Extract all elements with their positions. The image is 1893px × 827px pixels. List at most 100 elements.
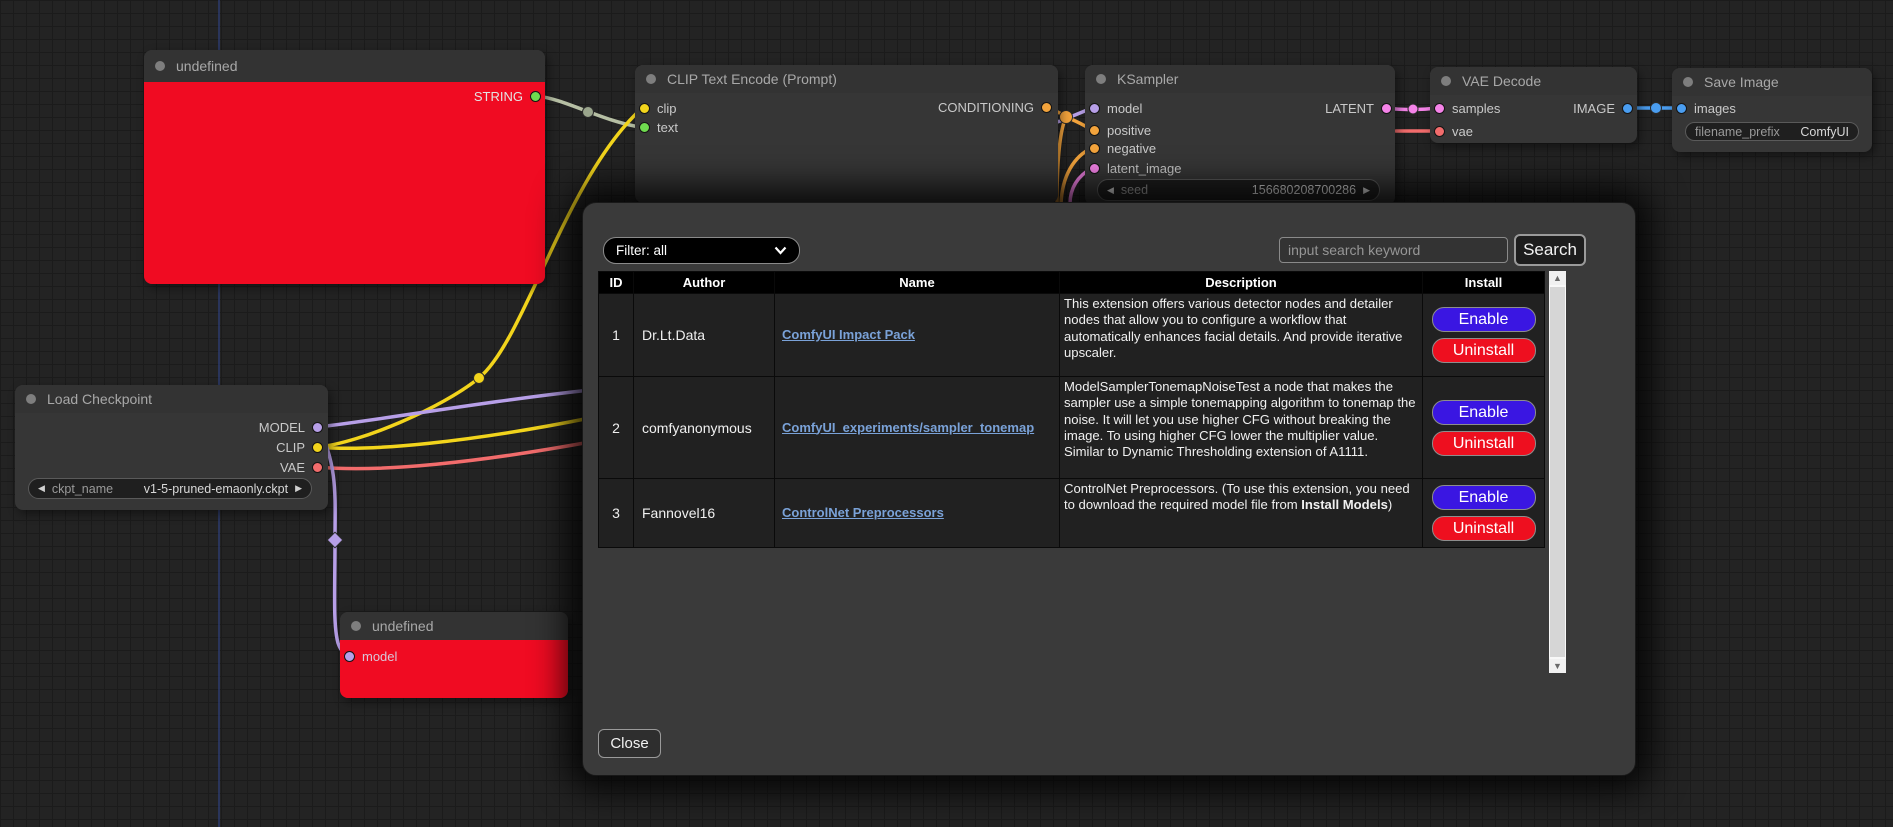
reroute-dot-conditioning[interactable] xyxy=(1060,111,1073,124)
node-title-bar[interactable]: Save Image xyxy=(1672,68,1872,96)
output-label: STRING xyxy=(474,89,523,104)
node-status-dot xyxy=(351,621,361,631)
latent-port-dot[interactable] xyxy=(1089,163,1100,174)
input-vae: vae xyxy=(1434,123,1473,139)
node-ksampler[interactable]: KSampler model positive negative latent_… xyxy=(1085,65,1395,205)
output-label: CLIP xyxy=(276,440,305,455)
node-title-bar[interactable]: KSampler xyxy=(1085,65,1395,93)
text-port-dot[interactable] xyxy=(639,122,650,133)
node-vae-decode[interactable]: VAE Decode samples vae IMAGE xyxy=(1430,67,1637,143)
model-out-port-dot[interactable] xyxy=(312,422,323,433)
node-undefined-bottom[interactable]: undefined model xyxy=(340,612,568,698)
output-image: IMAGE xyxy=(1573,100,1633,116)
comfyui-canvas[interactable]: { "canvas": { "nodes": { "undefined_top"… xyxy=(0,0,1893,827)
table-row: 2 comfyanonymous ComfyUI_experiments/sam… xyxy=(599,377,1545,479)
positive-port-dot[interactable] xyxy=(1089,125,1100,136)
search-button[interactable]: Search xyxy=(1514,234,1586,266)
decrement-arrow-icon[interactable]: ◀ xyxy=(38,483,45,494)
enable-button[interactable]: Enable xyxy=(1432,307,1536,332)
input-label: clip xyxy=(657,101,677,116)
samples-port-dot[interactable] xyxy=(1434,103,1445,114)
scrollbar-thumb[interactable] xyxy=(1550,287,1565,657)
node-title: VAE Decode xyxy=(1462,73,1541,89)
cell-author: comfyanonymous xyxy=(634,377,775,479)
node-title: Load Checkpoint xyxy=(47,391,152,407)
scroll-up-icon[interactable]: ▲ xyxy=(1549,271,1566,285)
table-scrollbar[interactable]: ▲ ▼ xyxy=(1549,271,1566,673)
cell-install: Enable Uninstall xyxy=(1423,294,1545,377)
extension-link[interactable]: ControlNet Preprocessors xyxy=(782,505,944,520)
search-input[interactable] xyxy=(1279,237,1508,263)
input-label: images xyxy=(1694,101,1736,116)
increment-arrow-icon[interactable]: ▶ xyxy=(295,483,302,494)
uninstall-button[interactable]: Uninstall xyxy=(1432,431,1536,456)
reroute-diamond-model[interactable] xyxy=(327,532,343,548)
node-load-checkpoint[interactable]: Load Checkpoint MODEL CLIP VAE ◀ ckpt_na… xyxy=(15,385,328,510)
uninstall-button[interactable]: Uninstall xyxy=(1432,516,1536,541)
extension-link[interactable]: ComfyUI Impact Pack xyxy=(782,327,915,342)
col-header-name: Name xyxy=(775,272,1060,294)
latent-out-port-dot[interactable] xyxy=(1381,103,1392,114)
negative-port-dot[interactable] xyxy=(1089,143,1100,154)
ckpt-name-widget[interactable]: ◀ ckpt_name v1-5-pruned-emaonly.ckpt ▶ xyxy=(28,478,312,499)
node-title: CLIP Text Encode (Prompt) xyxy=(667,71,837,87)
cell-id: 3 xyxy=(599,479,634,548)
node-status-dot xyxy=(1441,76,1451,86)
node-status-dot xyxy=(646,74,656,84)
wire-vae-hidden xyxy=(318,442,590,469)
node-undefined-top[interactable]: undefined STRING xyxy=(144,50,545,284)
enable-button[interactable]: Enable xyxy=(1432,400,1536,425)
model-port-dot[interactable] xyxy=(1089,103,1100,114)
images-port-dot[interactable] xyxy=(1676,103,1687,114)
image-port-dot[interactable] xyxy=(1622,103,1633,114)
clip-port-dot[interactable] xyxy=(639,103,650,114)
node-title-bar[interactable]: VAE Decode xyxy=(1430,67,1637,95)
scroll-down-icon[interactable]: ▼ xyxy=(1549,659,1566,673)
output-vae: VAE xyxy=(280,459,323,475)
table-row: 1 Dr.Lt.Data ComfyUI Impact Pack This ex… xyxy=(599,294,1545,377)
vae-out-port-dot[interactable] xyxy=(312,462,323,473)
close-button[interactable]: Close xyxy=(598,729,661,758)
input-label: model xyxy=(1107,101,1142,116)
string-port-dot[interactable] xyxy=(530,91,541,102)
clip-out-port-dot[interactable] xyxy=(312,442,323,453)
node-clip-text-encode[interactable]: CLIP Text Encode (Prompt) clip text COND… xyxy=(635,65,1058,203)
node-title-bar[interactable]: Load Checkpoint xyxy=(15,385,328,413)
node-title: KSampler xyxy=(1117,71,1178,87)
error-node-body xyxy=(144,82,545,284)
node-save-image[interactable]: Save Image images filename_prefix ComfyU… xyxy=(1672,68,1872,152)
node-status-dot xyxy=(1683,77,1693,87)
reroute-dot-string[interactable] xyxy=(583,107,594,118)
node-title-bar[interactable]: undefined xyxy=(144,50,545,82)
filter-select[interactable]: Filter: all xyxy=(603,237,800,264)
input-latent-image: latent_image xyxy=(1089,160,1181,176)
node-title-bar[interactable]: CLIP Text Encode (Prompt) xyxy=(635,65,1058,93)
reroute-dot-clip[interactable] xyxy=(474,373,485,384)
col-header-author: Author xyxy=(634,272,775,294)
input-text: text xyxy=(639,119,678,135)
widget-label: ckpt_name xyxy=(52,482,113,496)
node-title-bar[interactable]: undefined xyxy=(340,612,568,640)
extension-link[interactable]: ComfyUI_experiments/sampler_tonemap xyxy=(782,420,1034,435)
cell-author: Fannovel16 xyxy=(634,479,775,548)
decrement-arrow-icon[interactable]: ◀ xyxy=(1107,185,1114,196)
reroute-dot-image[interactable] xyxy=(1651,103,1662,114)
cell-id: 2 xyxy=(599,377,634,479)
node-title: undefined xyxy=(372,618,434,634)
node-status-dot xyxy=(1096,74,1106,84)
reroute-dot-latent[interactable] xyxy=(1408,104,1418,114)
model-port-dot[interactable] xyxy=(344,651,355,662)
output-conditioning: CONDITIONING xyxy=(938,99,1052,115)
increment-arrow-icon[interactable]: ▶ xyxy=(1363,185,1370,196)
uninstall-button[interactable]: Uninstall xyxy=(1432,338,1536,363)
vae-port-dot[interactable] xyxy=(1434,126,1445,137)
output-latent: LATENT xyxy=(1325,100,1392,116)
input-samples: samples xyxy=(1434,100,1500,116)
filename-prefix-widget[interactable]: filename_prefix ComfyUI xyxy=(1685,122,1859,141)
col-header-install: Install xyxy=(1423,272,1545,294)
conditioning-port-dot[interactable] xyxy=(1041,102,1052,113)
enable-button[interactable]: Enable xyxy=(1432,485,1536,510)
output-label: VAE xyxy=(280,460,305,475)
seed-widget[interactable]: ◀ seed 156680208700286 ▶ xyxy=(1097,179,1380,201)
cell-id: 1 xyxy=(599,294,634,377)
